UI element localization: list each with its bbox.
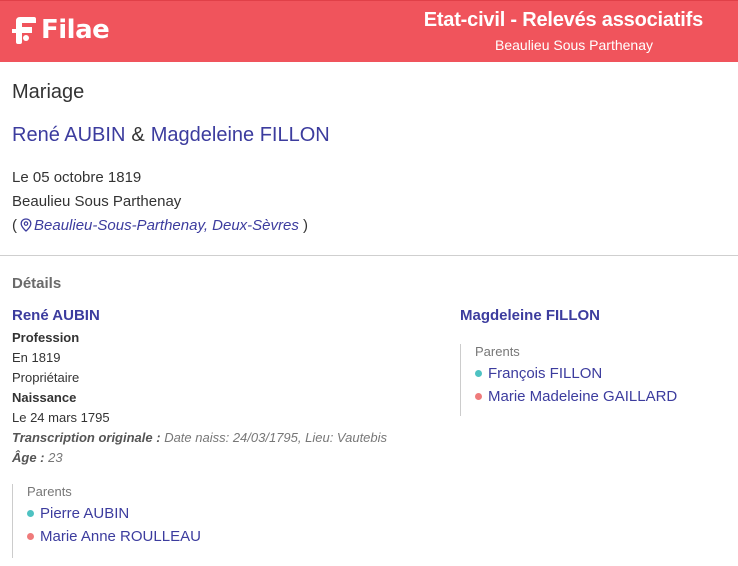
female-dot-icon [475,393,482,400]
close-paren: ) [303,217,309,234]
father-name: François FILLON [488,365,603,382]
father-name: Pierre AUBIN [40,505,130,522]
parents-label: Parents [475,344,520,359]
mother-name: Marie Madeleine GAILLARD [488,388,678,405]
age-line: Âge : 23 [12,450,63,465]
profession-label: Profession [12,330,80,345]
ampersand: & [131,124,145,146]
age-label: Âge : [12,450,45,465]
map-pin-icon [20,218,32,232]
profession-value: Propriétaire [12,370,80,385]
site-header: Filae Etat-civil - Relevés associatifs B… [0,0,738,62]
event-place: Beaulieu Sous Parthenay [12,193,182,210]
age-value: 23 [48,450,63,465]
female-dot-icon [27,533,34,540]
father-link[interactable]: François FILLON [475,365,677,382]
spouse1-link[interactable]: René AUBIN [12,124,125,146]
filae-logo[interactable]: Filae [12,15,110,45]
male-dot-icon [475,370,482,377]
event-date: Le 05 octobre 1819 [12,169,142,186]
location-line: ( Beaulieu-Sous-Parthenay, Deux-Sèvres ) [12,217,308,234]
spouses-heading: René AUBIN & Magdeleine FILLON [12,124,330,147]
birth-date: Le 24 mars 1795 [12,410,110,425]
transcription-line: Transcription originale : Date naiss: 24… [12,430,387,445]
transcription-label: Transcription originale : [12,430,161,445]
details-title: Détails [12,275,62,292]
person2-name[interactable]: Magdeleine FILLON [460,307,600,324]
mother-link[interactable]: Marie Anne ROULLEAU [27,528,201,545]
transcription-value: Date naiss: 24/03/1795, Lieu: Vautebis [164,430,388,445]
male-dot-icon [27,510,34,517]
father-link[interactable]: Pierre AUBIN [27,505,201,522]
header-title: Etat-civil - Relevés associatifs [423,9,703,31]
filae-logo-icon [12,17,36,44]
record-type: Mariage [12,81,85,103]
location-link[interactable]: Beaulieu-Sous-Parthenay, Deux-Sèvres [34,217,299,234]
open-paren: ( [12,217,17,234]
header-subtitle: Beaulieu Sous Parthenay [495,37,653,53]
person1-parents: Parents Pierre AUBIN Marie Anne ROULLEAU [12,484,201,558]
brand-name: Filae [41,15,110,45]
spouse2-link[interactable]: Magdeleine FILLON [151,124,330,146]
person1-name[interactable]: René AUBIN [12,307,100,324]
mother-link[interactable]: Marie Madeleine GAILLARD [475,388,677,405]
parents-label: Parents [27,484,72,499]
mother-name: Marie Anne ROULLEAU [40,528,201,545]
profession-year: En 1819 [12,350,61,365]
person2-parents: Parents François FILLON Marie Madeleine … [460,344,677,416]
birth-label: Naissance [12,390,77,405]
section-divider [0,255,738,256]
